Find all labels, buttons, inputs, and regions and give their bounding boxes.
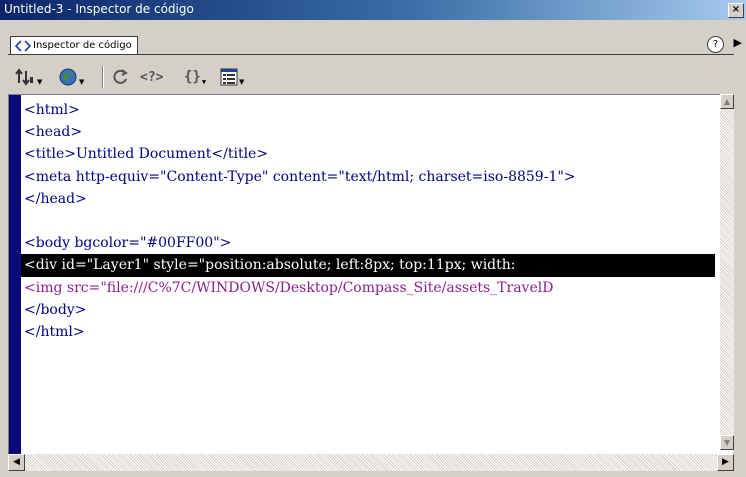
tab-label: Inspector de código — [33, 40, 132, 51]
tab-divider — [8, 54, 734, 55]
scroll-right-button[interactable]: ▶ — [717, 454, 734, 471]
view-options-button[interactable]: ▼ — [220, 66, 244, 88]
options-arrow-icon: ▶ — [733, 36, 742, 49]
preview-button[interactable]: ▼ — [58, 66, 84, 88]
code-line[interactable]: <html> — [21, 99, 715, 121]
code-line[interactable] — [21, 210, 715, 232]
code-line[interactable]: <title>Untitled Document</title> — [21, 143, 715, 165]
dropdown-arrow-icon: ▼ — [239, 78, 245, 86]
braces-icon: {} — [184, 69, 201, 85]
scroll-down-button[interactable]: ▼ — [720, 435, 734, 450]
code-text-area[interactable]: <html> <head> <title>Untitled Document</… — [21, 99, 715, 455]
preview-globe-icon — [58, 67, 78, 87]
dropdown-arrow-icon: ▼ — [37, 78, 43, 86]
code-line[interactable]: <body bgcolor="#00FF00"> — [21, 232, 715, 254]
code-editor[interactable]: <html> <head> <title>Untitled Document</… — [8, 94, 733, 455]
code-navigation-icon: <?> — [140, 69, 164, 85]
window-title: Untitled-3 - Inspector de código — [4, 2, 194, 16]
scroll-up-icon: ▲ — [723, 97, 731, 106]
close-icon: × — [731, 4, 741, 15]
panel-tab-row: Inspector de código ? ▶ — [0, 20, 746, 58]
code-line[interactable]: </head> — [21, 188, 715, 210]
refresh-icon — [112, 68, 130, 86]
file-management-icon — [14, 67, 36, 87]
window-title-bar: Untitled-3 - Inspector de código × — [0, 0, 746, 20]
code-line-selected[interactable]: <div id="Layer1" style="position:absolut… — [21, 254, 715, 277]
toolbar-separator — [102, 66, 104, 88]
tab-code-inspector[interactable]: Inspector de código — [10, 36, 138, 55]
view-options-icon — [220, 68, 238, 86]
scroll-down-icon: ▼ — [723, 438, 731, 447]
scroll-left-button[interactable]: ◀ — [8, 454, 25, 471]
file-management-button[interactable]: ▼ — [14, 66, 42, 88]
help-button[interactable]: ? — [707, 36, 724, 53]
vertical-scrollbar[interactable]: ▲ ▼ — [720, 94, 734, 450]
dropdown-arrow-icon: ▼ — [79, 78, 85, 86]
horizontal-scrollbar[interactable]: ◀ ▶ — [8, 454, 734, 471]
code-line[interactable]: <img src="file:///C%7C/WINDOWS/Desktop/C… — [21, 277, 715, 299]
code-line[interactable]: </body> — [21, 299, 715, 321]
code-line[interactable]: <meta http-equiv="Content-Type" content=… — [21, 166, 715, 188]
code-line[interactable]: <head> — [21, 121, 715, 143]
braces-button[interactable]: {} ▼ — [184, 66, 206, 88]
scroll-right-icon: ▶ — [722, 457, 729, 467]
toolbar: ▼ ▼ <?> {} ▼ ▼ — [0, 58, 746, 94]
code-brackets-icon — [15, 40, 31, 52]
scroll-left-icon: ◀ — [13, 457, 20, 467]
refresh-button[interactable] — [112, 66, 130, 88]
dropdown-arrow-icon: ▼ — [201, 78, 207, 86]
help-icon: ? — [712, 39, 719, 50]
panel-options-menu[interactable]: ▶ — [734, 36, 742, 49]
close-button[interactable]: × — [728, 3, 744, 18]
code-line[interactable]: </html> — [21, 321, 715, 343]
editor-gutter — [9, 95, 21, 455]
scroll-up-button[interactable]: ▲ — [720, 94, 734, 109]
code-navigation-button[interactable]: <?> — [140, 66, 163, 88]
